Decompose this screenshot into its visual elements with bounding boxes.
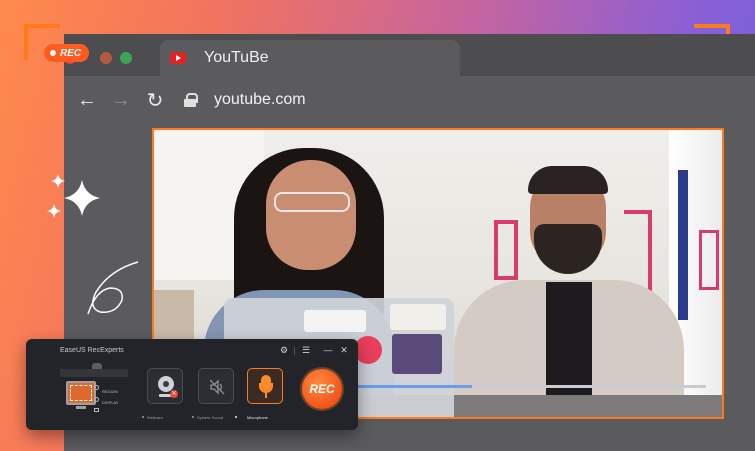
region-select-icon bbox=[70, 385, 92, 401]
video-background-decor bbox=[699, 230, 719, 290]
display-option-icon[interactable] bbox=[94, 397, 99, 402]
url-field[interactable]: youtube.com bbox=[214, 91, 306, 109]
tab-bar: YouTuBe bbox=[64, 34, 755, 76]
system-sound-label: System Sound bbox=[197, 415, 224, 420]
disabled-badge-icon: ✕ bbox=[170, 390, 178, 398]
header-divider bbox=[294, 347, 295, 355]
recorder-title: EaseUS RecExperts bbox=[60, 347, 124, 354]
rec-badge-label: REC bbox=[60, 47, 82, 59]
microphone-button[interactable] bbox=[247, 368, 283, 404]
status-dot bbox=[142, 416, 144, 418]
status-dot bbox=[235, 416, 237, 418]
minimize-icon[interactable]: — bbox=[322, 345, 334, 355]
maximize-window-icon[interactable] bbox=[120, 52, 132, 64]
swirl-doodle-icon bbox=[87, 261, 139, 315]
person-man-beard bbox=[534, 224, 602, 274]
laptop-sticker bbox=[392, 334, 442, 374]
sparkle-icon bbox=[47, 174, 100, 218]
youtube-favicon-icon bbox=[170, 52, 186, 64]
microphone-stand bbox=[259, 383, 273, 393]
laptop-sticker bbox=[390, 304, 446, 330]
rec-button[interactable]: REC bbox=[302, 369, 342, 409]
menu-icon[interactable]: ☰ bbox=[300, 345, 312, 356]
system-sound-button[interactable] bbox=[198, 368, 234, 404]
minimize-window-icon[interactable] bbox=[100, 52, 112, 64]
source-option-display[interactable]: DISPLAY bbox=[102, 400, 119, 405]
source-option-region[interactable]: REGION bbox=[102, 389, 118, 394]
back-arrow-icon[interactable]: ← bbox=[70, 89, 104, 112]
video-background-decor bbox=[494, 220, 518, 280]
recorder-header: EaseUS RecExperts ⚙ ☰ — ✕ bbox=[26, 339, 358, 361]
region-option-icon[interactable] bbox=[94, 385, 99, 390]
lock-icon bbox=[184, 93, 198, 107]
reload-icon[interactable]: ↻ bbox=[138, 88, 172, 113]
microphone-foot bbox=[265, 393, 267, 398]
video-progress-bar[interactable] bbox=[334, 385, 706, 388]
source-strip bbox=[60, 369, 128, 377]
gear-icon[interactable]: ⚙ bbox=[278, 345, 290, 356]
recorder-panel: EaseUS RecExperts ⚙ ☰ — ✕ REGION DISPLAY… bbox=[26, 339, 358, 430]
rec-badge: REC bbox=[44, 44, 90, 62]
microphone-label: Microphone bbox=[247, 415, 268, 420]
laptop-sticker bbox=[354, 336, 382, 364]
monitor-stand bbox=[76, 406, 86, 409]
laptop-sticker bbox=[304, 310, 366, 332]
person-woman-glasses bbox=[274, 192, 350, 212]
speaker-muted-icon bbox=[209, 379, 225, 395]
window-option-icon[interactable] bbox=[94, 408, 99, 412]
webcam-label: Webcam bbox=[147, 415, 163, 420]
address-bar: ← → ↻ youtube.com bbox=[64, 76, 755, 124]
status-dot bbox=[192, 416, 194, 418]
person-woman-face bbox=[266, 160, 356, 270]
rec-dot-icon bbox=[50, 50, 56, 56]
forward-arrow-icon[interactable]: → bbox=[104, 89, 138, 112]
webcam-lens bbox=[163, 381, 169, 387]
person-man-hair bbox=[528, 166, 608, 194]
tab-title: YouTuBe bbox=[204, 49, 269, 66]
tab-youtube[interactable]: YouTuBe bbox=[160, 40, 460, 76]
webcam-button[interactable]: ✕ bbox=[147, 368, 183, 404]
close-icon[interactable]: ✕ bbox=[338, 345, 350, 356]
video-background-decor bbox=[678, 170, 688, 320]
